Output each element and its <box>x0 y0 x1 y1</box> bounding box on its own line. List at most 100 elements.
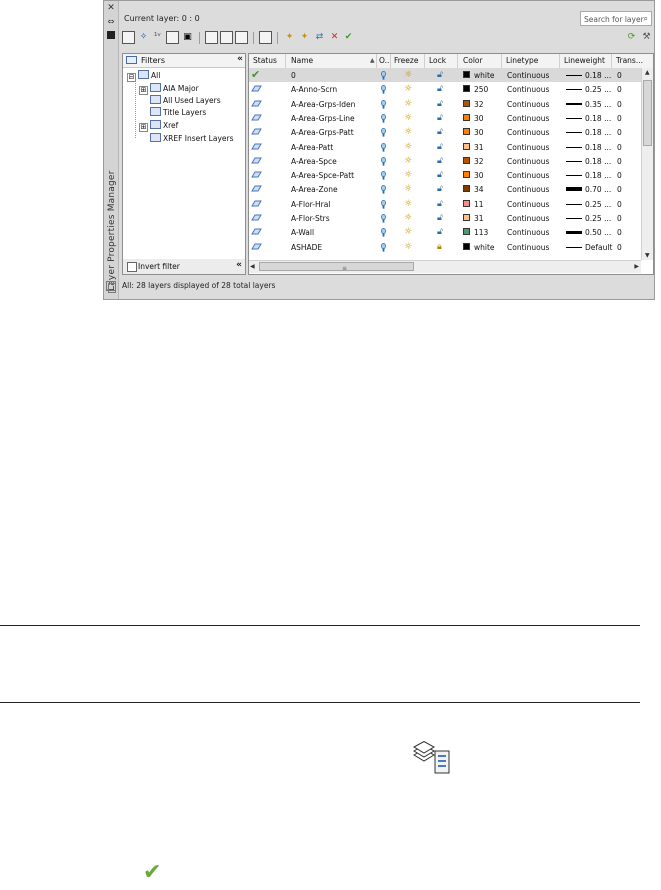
transparency-value[interactable]: 0 <box>617 71 622 80</box>
layer-walk-icon[interactable] <box>235 31 248 44</box>
collapse-icon[interactable]: ⊟ <box>127 73 136 82</box>
lineweight-value[interactable]: 0.35 ... <box>585 100 611 109</box>
color-name[interactable]: 250 <box>474 85 488 94</box>
on-off-bulb-icon[interactable] <box>381 156 386 166</box>
linetype-value[interactable]: Continuous <box>507 128 549 137</box>
move-layer-icon[interactable]: ⇄ <box>313 31 326 44</box>
on-off-bulb-icon[interactable] <box>381 199 386 209</box>
on-off-bulb-icon[interactable] <box>381 113 386 123</box>
collapse-filters-icon[interactable]: « <box>237 54 243 64</box>
lineweight-value[interactable]: 0.18 ... <box>585 171 611 180</box>
linetype-value[interactable]: Continuous <box>507 157 549 166</box>
transparency-value[interactable]: 0 <box>617 228 622 237</box>
layer-row[interactable]: A-Area-Zone ☼ 🔓︎ 34 Continuous 0.70 ... 0 <box>249 182 641 196</box>
color-swatch[interactable] <box>463 156 470 164</box>
on-off-bulb-icon[interactable] <box>381 142 386 152</box>
scroll-left-icon[interactable]: ◀ <box>250 263 255 270</box>
transparency-value[interactable]: 0 <box>617 214 622 223</box>
color-swatch[interactable] <box>463 199 470 207</box>
layer-row[interactable]: A-Area-Patt ☼ 🔓︎ 31 Continuous 0.18 ... 0 <box>249 140 641 154</box>
linetype-value[interactable]: Continuous <box>507 100 549 109</box>
column-transparency[interactable]: Trans... <box>616 56 643 65</box>
on-off-bulb-icon[interactable] <box>381 99 386 109</box>
tree-item-aia-major[interactable]: ⊞ AIA Major <box>139 83 199 95</box>
lineweight-value[interactable]: Default <box>585 243 612 252</box>
auto-hide-icon[interactable]: ⇔ <box>106 17 116 27</box>
color-name[interactable]: 113 <box>474 228 488 237</box>
layer-name[interactable]: A-Area-Spce <box>291 157 337 166</box>
column-color[interactable]: Color <box>463 56 483 65</box>
new-group-filter-icon[interactable]: ✧ <box>137 31 150 44</box>
on-off-bulb-icon[interactable] <box>381 185 386 194</box>
vertical-scrollbar[interactable]: ▲ ▼ <box>641 68 653 260</box>
freeze-sun-icon[interactable]: ☼ <box>404 184 412 194</box>
layer-states-manager-icon[interactable] <box>166 31 179 44</box>
on-off-bulb-icon[interactable] <box>381 214 386 223</box>
transparency-value[interactable]: 0 <box>617 143 622 152</box>
freeze-sun-icon[interactable]: ☼ <box>404 199 412 209</box>
layer-name[interactable]: A-Area-Patt <box>291 143 333 152</box>
column-on[interactable]: O.. <box>379 56 389 65</box>
color-swatch[interactable] <box>463 185 470 193</box>
properties-menu-icon[interactable] <box>107 31 115 39</box>
new-property-filter-icon[interactable] <box>122 31 135 44</box>
column-freeze[interactable]: Freeze <box>394 56 418 65</box>
expand-icon[interactable]: ⊞ <box>139 123 148 132</box>
transparency-value[interactable]: 0 <box>617 200 622 209</box>
transparency-value[interactable]: 0 <box>617 171 622 180</box>
linetype-value[interactable]: Continuous <box>507 185 549 194</box>
color-swatch[interactable] <box>463 85 470 93</box>
lock-closed-icon[interactable]: 🔒︎ <box>437 242 442 252</box>
layer-name[interactable]: ASHADE <box>291 243 322 252</box>
layer-name[interactable]: A-Area-Grps-Line <box>291 114 355 123</box>
color-swatch[interactable] <box>463 214 470 221</box>
horizontal-scrollbar[interactable]: ◀ ≡ ▶ <box>249 260 641 273</box>
layer-row[interactable]: A-Wall ☼ 🔓︎ 113 Continuous 0.50 ... 0 <box>249 225 641 239</box>
delete-layer-icon[interactable]: ✕ <box>328 31 341 44</box>
lock-open-icon[interactable]: 🔓︎ <box>437 213 443 223</box>
linetype-value[interactable]: Continuous <box>507 200 549 209</box>
color-name[interactable]: 30 <box>474 114 484 123</box>
layer-name[interactable]: A-Flor-Hral <box>291 200 330 209</box>
vertical-scroll-thumb[interactable] <box>643 80 652 146</box>
transparency-value[interactable]: 0 <box>617 128 622 137</box>
tree-item-all-used-layers[interactable]: All Used Layers <box>150 95 221 106</box>
tree-item-xref[interactable]: ⊞ Xref <box>139 120 178 132</box>
linetype-value[interactable]: Continuous <box>507 71 549 80</box>
linetype-value[interactable]: Continuous <box>507 228 549 237</box>
linetype-value[interactable]: Continuous <box>507 214 549 223</box>
layer-states-icon[interactable]: ¹ᵛ <box>151 31 164 44</box>
linetype-value[interactable]: Continuous <box>507 243 549 252</box>
layer-row[interactable]: A-Anno-Scrn ☼ 🔓︎ 250 Continuous 0.25 ... 0 <box>249 82 641 96</box>
scroll-down-icon[interactable]: ▼ <box>645 252 650 259</box>
layer-row[interactable]: A-Area-Spce-Patt ☼ 🔓︎ 30 Continuous 0.18 ... 0 <box>249 168 641 182</box>
lock-open-icon[interactable]: 🔓︎ <box>437 199 443 209</box>
lineweight-value[interactable]: 0.50 ... <box>585 228 611 237</box>
on-off-bulb-icon[interactable] <box>381 242 386 252</box>
color-swatch[interactable] <box>463 128 470 136</box>
layer-name[interactable]: A-Area-Grps-Patt <box>291 128 354 137</box>
lineweight-value[interactable]: 0.70 ... <box>585 185 611 194</box>
lock-open-icon[interactable]: 🔓︎ <box>437 156 443 166</box>
lineweight-value[interactable]: 0.25 ... <box>585 214 611 223</box>
layer-name[interactable]: A-Area-Spce-Patt <box>291 171 354 180</box>
freeze-sun-icon[interactable]: ☼ <box>404 213 412 223</box>
freeze-sun-icon[interactable]: ☼ <box>404 99 412 109</box>
column-linetype[interactable]: Linetype <box>506 56 538 65</box>
layer-name[interactable]: A-Anno-Scrn <box>291 85 337 94</box>
lineweight-value[interactable]: 0.18 ... <box>585 128 611 137</box>
layer-name[interactable]: A-Flor-Strs <box>291 214 330 223</box>
lineweight-value[interactable]: 0.18 ... <box>585 114 611 123</box>
lineweight-value[interactable]: 0.18 ... <box>585 157 611 166</box>
scroll-up-icon[interactable]: ▲ <box>645 69 650 76</box>
color-name[interactable]: 31 <box>474 214 484 223</box>
layer-name[interactable]: A-Area-Zone <box>291 185 338 194</box>
linetype-value[interactable]: Continuous <box>507 143 549 152</box>
layer-row[interactable]: ✔ 0 ☼ 🔓︎ white Continuous 0.18 ... 0 <box>249 68 641 82</box>
lock-open-icon[interactable]: 🔓︎ <box>437 113 443 123</box>
expand-icon[interactable]: ⊞ <box>139 86 148 95</box>
tree-item-all[interactable]: ⊟ All <box>127 70 160 82</box>
layer-name[interactable]: A-Wall <box>291 228 314 237</box>
column-divider[interactable] <box>390 54 391 68</box>
linetype-value[interactable]: Continuous <box>507 114 549 123</box>
